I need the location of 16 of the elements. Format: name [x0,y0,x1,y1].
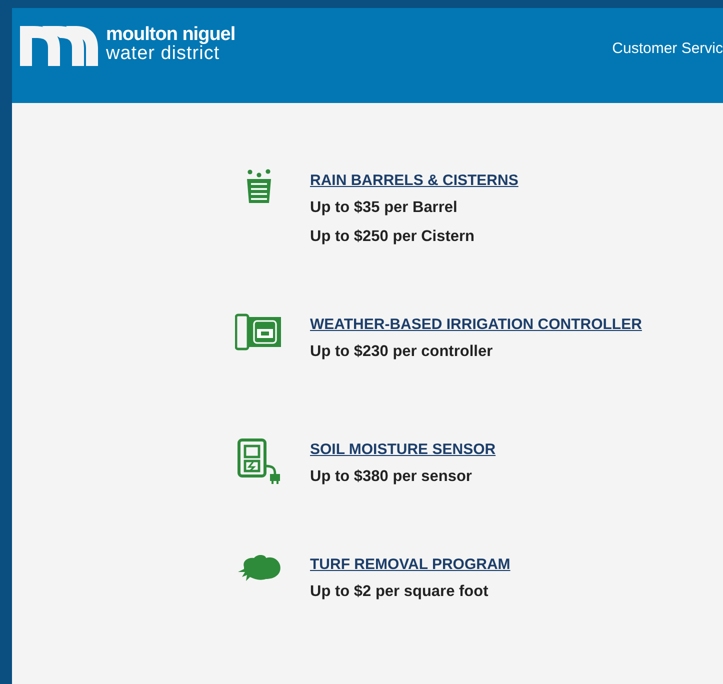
logo-wordmark-top: moulton niguel [106,24,236,44]
rebate-amount: Up to $2 per square foot [310,582,490,602]
rebate-amount: Up to $250 per Cistern [310,227,476,247]
rebate-amount: Up to $380 per sensor [310,467,473,487]
logo-wordmark-bottom: water district [106,44,220,64]
battery-plug-icon [237,438,281,484]
turf-patch-icon [236,553,282,583]
rebate-amount: Up to $35 per Barrel [310,198,458,218]
control-panel-icon [235,313,283,351]
nav-link[interactable]: Customer Servic [612,22,723,60]
bucket-icon [244,169,274,203]
program-link[interactable]: TURF REMOVAL PROGRAM [310,554,510,576]
program-link[interactable]: SOIL MOISTURE SENSOR [310,439,496,461]
rebate-amount: Up to $230 per controller [310,342,494,362]
program-link[interactable]: RAIN BARRELS & CISTERNS [310,170,518,192]
program-link[interactable]: WEATHER-BASED IRRIGATION CONTROLLER [310,314,642,336]
